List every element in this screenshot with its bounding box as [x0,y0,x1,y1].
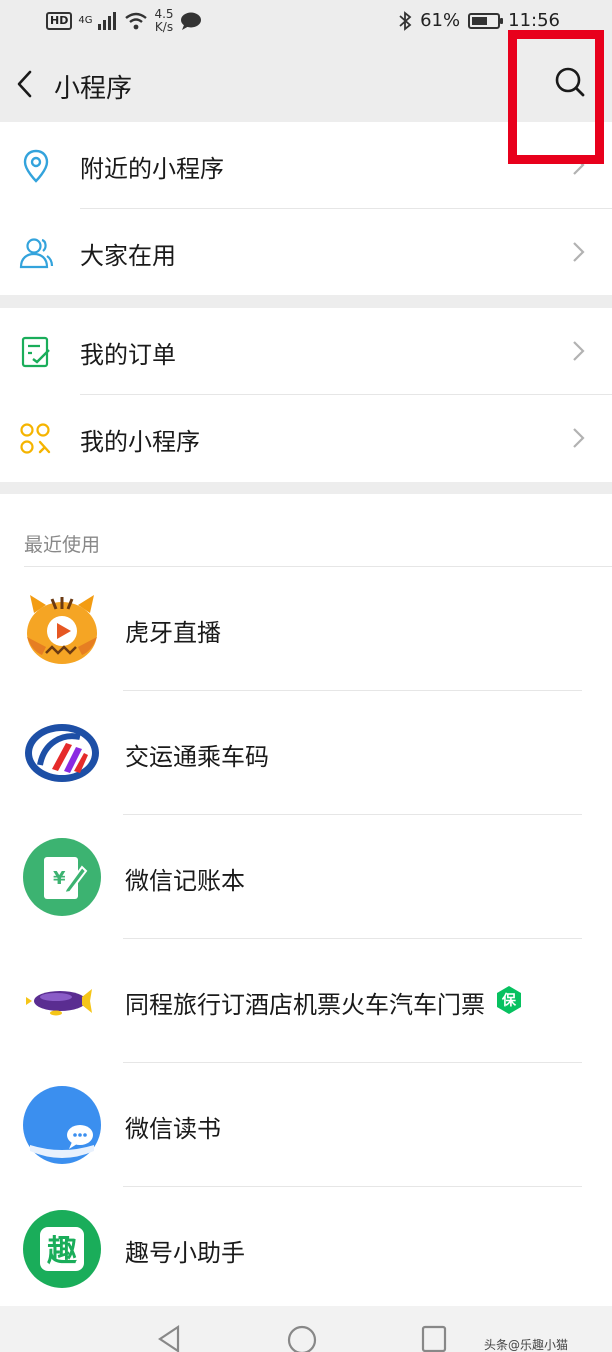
back-triangle-icon[interactable] [156,1324,182,1352]
network-speed: 4.5 K/s [154,8,173,34]
battery-level [472,16,487,25]
menu-item-label: 我的小程序 [80,428,200,456]
order-list-icon [21,336,50,368]
page-title: 小程序 [54,74,133,104]
menu-item-label: 大家在用 [80,242,176,270]
recent-header: 最近使用 [24,534,101,556]
badge-text: 保 [501,992,517,1009]
menu-item-my-mini-programs[interactable]: 我的小程序 [0,395,612,482]
app-label: 交运通乘车码 [125,743,269,771]
speed-unit: K/s [154,20,174,34]
signal-icon [98,12,117,30]
menu-item-popular[interactable]: 大家在用 [0,209,612,296]
recent-section: 最近使用 虎牙直播 交运通乘车码 ¥ 微信记账本 同程旅行订酒店机票火车汽车门票… [0,494,612,1306]
app-label: 同程旅行订酒店机票火车汽车门票 [125,991,485,1019]
battery-percent: 61% [420,10,461,31]
watermark: 头条@乐趣小猫 [484,1338,569,1352]
battery-icon [468,12,504,29]
bluetooth-icon [399,10,412,31]
users-icon [19,238,54,269]
chevron-left-icon [17,70,32,98]
quhao-icon: 趣 [23,1210,101,1288]
status-left: HD 4G 4.5 K/s [46,8,202,34]
recent-app-jiaoyuntong[interactable]: 交运通乘车码 [0,691,612,815]
menu-group-mine: 我的订单 我的小程序 [0,308,612,482]
highlight-annotation [508,30,604,164]
menu-item-label: 附近的小程序 [80,155,224,183]
menu-item-label: 我的订单 [80,341,176,369]
huya-tiger-icon [27,595,97,664]
wifi-icon [125,12,148,30]
clock: 11:56 [508,10,560,31]
menu-item-my-orders[interactable]: 我的订单 [0,308,612,395]
recent-app-quhao[interactable]: 趣 趣号小助手 [0,1187,612,1311]
guarantee-badge-icon: 保 [497,986,521,1014]
app-label: 趣号小助手 [125,1239,245,1267]
chat-notification-icon [180,12,201,30]
recent-app-ledger[interactable]: ¥ 微信记账本 [0,815,612,939]
recent-app-reading[interactable]: 微信读书 [0,1063,612,1187]
svg-text:¥: ¥ [53,868,66,889]
wechat-reading-icon [23,1086,101,1164]
location-pin-icon [23,149,49,183]
back-button[interactable] [10,64,50,104]
app-label-with-badge: 同程旅行订酒店机票火车汽车门票 保 [125,985,523,1020]
jiaoyuntong-icon [25,724,99,782]
wechat-ledger-icon: ¥ [23,838,101,916]
recent-app-tongcheng[interactable]: 同程旅行订酒店机票火车汽车门票 保 [0,939,612,1063]
mini-program-grid-icon [20,423,51,454]
app-label: 虎牙直播 [125,619,221,647]
quhao-glyph: 趣 [47,1234,77,1269]
status-right: 61% 11:56 [398,10,560,31]
network-type: 4G [78,15,93,26]
app-label: 微信记账本 [125,867,245,895]
chevron-right-icon [573,428,585,448]
chevron-right-icon [573,341,585,361]
home-circle-icon[interactable] [286,1324,318,1352]
tongcheng-blimp-icon [26,989,92,1016]
app-label: 微信读书 [125,1115,221,1143]
recent-app-huya[interactable]: 虎牙直播 [0,567,612,691]
hd-indicator: HD [46,12,73,30]
chevron-right-icon [573,242,585,262]
recents-square-icon[interactable] [420,1324,448,1352]
